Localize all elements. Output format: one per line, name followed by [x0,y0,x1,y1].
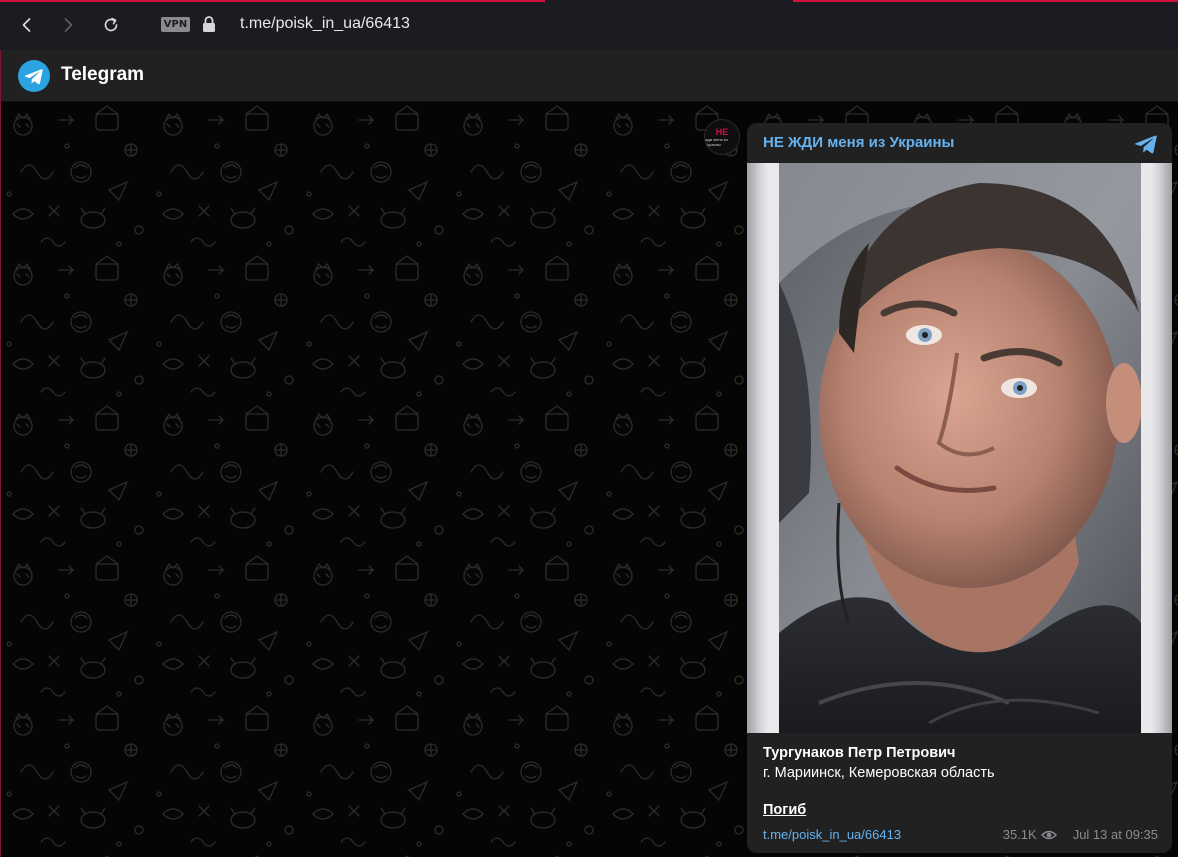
address-bar[interactable]: t.me/poisk_in_ua/66413 [240,15,410,33]
telegram-header: Telegram [0,50,1178,102]
message-photo[interactable] [747,163,1172,733]
view-count: 35.1K [1002,827,1037,842]
telegram-logo-icon[interactable] [18,60,50,92]
tab-accent-line [793,0,1178,2]
channel-avatar[interactable]: НЕ жди меня из Украины [704,119,740,155]
message-meta: 35.1K Jul 13 at 09:35 [1003,827,1158,842]
portrait-illustration [779,163,1141,733]
reload-icon [104,17,118,32]
lock-icon[interactable] [201,15,217,33]
caption-person-name: Тургунаков Петр Петрович [763,745,956,761]
views-eye-icon [1040,830,1057,839]
tab-accent-line [0,0,545,2]
back-button[interactable] [14,12,40,38]
forward-icon [64,18,73,32]
back-icon [22,18,31,32]
vpn-badge[interactable]: VPN [161,17,190,32]
caption-location: г. Мариинск, Кемеровская область [763,765,995,781]
share-icon[interactable] [1133,132,1159,156]
caption-status: Погиб [763,802,807,818]
avatar-title-text: НЕ [715,126,729,137]
portrait-photo [779,163,1141,733]
app-title: Telegram [61,64,145,85]
reload-button[interactable] [98,12,124,38]
message-time: Jul 13 at 09:35 [1072,827,1158,842]
avatar-subtitle-text: жди меня из Украины [705,136,728,147]
message-bubble: НЕ ЖДИ меня из Украины Тургунаков Петр П… [747,123,1172,853]
message-caption: Тургунаков Петр Петрович г. Мариинск, Ке… [763,743,1158,783]
channel-name-link[interactable]: НЕ ЖДИ меня из Украины [763,134,954,151]
post-link[interactable]: t.me/poisk_in_ua/66413 [763,827,901,842]
forward-button[interactable] [55,12,81,38]
browser-toolbar: VPN t.me/poisk_in_ua/66413 [0,0,1178,50]
